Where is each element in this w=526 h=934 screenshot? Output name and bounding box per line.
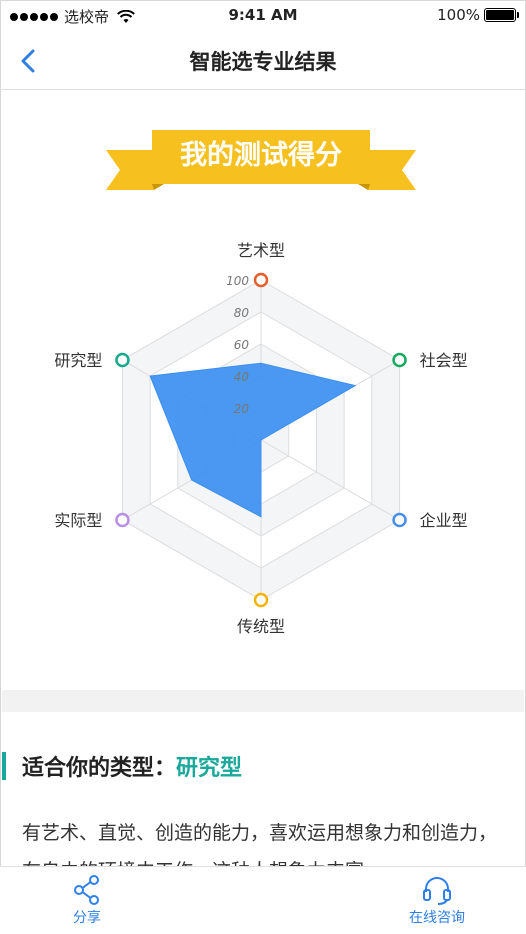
radar-axis-marker (253, 272, 269, 288)
section-divider (2, 690, 524, 712)
result-heading: 适合你的类型：研究型 (22, 750, 242, 782)
bottom-bar: 分享 在线咨询 (0, 866, 526, 934)
radar-axis-label: 实际型 (54, 511, 102, 530)
radar-axis-marker (115, 352, 130, 368)
radar-axis-label: 研究型 (54, 351, 102, 370)
radar-tick-label: 60 (234, 338, 250, 352)
radar-axis-marker (392, 352, 407, 368)
status-right: 100% (437, 6, 519, 24)
radar-axis-label: 企业型 (420, 511, 468, 530)
nav-bar: 智能选专业结果 (0, 32, 526, 90)
radar-chart: 20 40 60 80 100 艺术型社会型企业型传统型 实际型 研究型 (54, 241, 468, 636)
result-type: 研究型 (176, 756, 243, 781)
result-description: 有艺术、直觉、创造的能力，喜欢运用想象力和创造力，在自由的环境中工作，这种人想象… (22, 822, 498, 866)
score-title: 我的测试得分 (180, 140, 342, 171)
radar-axis-marker (392, 512, 407, 528)
page-title: 智能选专业结果 (189, 50, 337, 74)
share-icon (74, 875, 99, 905)
radar-axis-label: 传统型 (237, 617, 285, 636)
radar-axis-label: 艺术型 (237, 241, 285, 260)
battery-icon (484, 8, 519, 22)
consult-label: 在线咨询 (409, 910, 465, 926)
share-button[interactable]: 分享 (42, 875, 132, 927)
headset-icon (423, 877, 451, 905)
radar-axis-marker (115, 512, 130, 528)
radar-axis-label: 社会型 (420, 351, 468, 370)
radar-tick-label: 20 (234, 402, 250, 416)
radar-tick-label: 40 (234, 370, 250, 384)
share-label: 分享 (73, 910, 101, 926)
consult-button[interactable]: 在线咨询 (392, 875, 482, 927)
radar-tick-label: 80 (234, 306, 250, 320)
result-label: 适合你的类型： (22, 756, 177, 781)
battery-percent: 100% (437, 6, 480, 24)
radar-tick-label: 100 (226, 274, 249, 288)
radar-axis-marker (253, 592, 269, 608)
status-bar: 选校帝 9:41 AM 100% (0, 0, 526, 32)
accent-bar (2, 752, 6, 780)
